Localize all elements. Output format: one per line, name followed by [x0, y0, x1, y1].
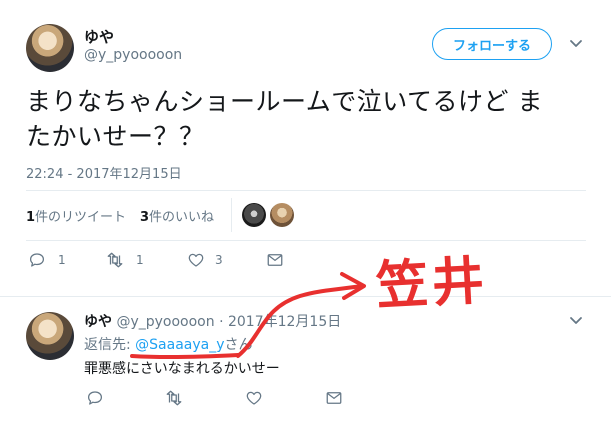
retweet-count: 1	[136, 253, 144, 267]
tweet-timestamp[interactable]: 22:24 - 2017年12月15日	[26, 163, 182, 182]
reply-text: 罪悪感にさいなまれるかいせー	[84, 361, 280, 377]
retweet-action[interactable]: 1	[106, 251, 144, 269]
message-action[interactable]	[266, 251, 284, 269]
reply-date[interactable]: 2017年12月15日	[228, 314, 341, 330]
retweet-icon	[166, 390, 182, 406]
reply-to-line: 返信先: @Saaaaya_yさん	[84, 334, 253, 354]
tweet-text: まりなちゃんショールームで泣いてるけど ま たかいせー？？	[26, 84, 596, 154]
retweets-stat[interactable]: 1件のリツイート	[26, 206, 126, 225]
like-count: 3	[215, 253, 223, 267]
retweets-label: 件のリツイート	[35, 210, 127, 225]
liker-avatar[interactable]	[270, 203, 294, 227]
envelope-icon	[326, 392, 342, 404]
tweet-text-line2: たかいせー？？	[26, 122, 205, 151]
likes-count: 3	[140, 210, 150, 225]
like-action[interactable]: 3	[187, 251, 223, 269]
reply-action[interactable]	[86, 389, 104, 407]
liker-avatar[interactable]	[242, 203, 266, 227]
heart-icon	[188, 253, 204, 267]
stats-separator	[231, 198, 232, 232]
reply-author-handle[interactable]: @y_pyooooon	[116, 314, 214, 330]
author-avatar[interactable]	[26, 24, 74, 72]
reply-action[interactable]: 1	[28, 251, 66, 269]
reply-author-name[interactable]: ゆや	[84, 314, 112, 330]
reply-to-suffix: さん	[224, 337, 253, 353]
author-name[interactable]: ゆや	[84, 26, 114, 47]
divider-top	[26, 190, 586, 191]
reply-count: 1	[58, 253, 66, 267]
tweet-text-line1: まりなちゃんショールームで泣いてるけど ま	[26, 87, 543, 116]
likes-label: 件のいいね	[149, 210, 215, 225]
retweets-count: 1	[26, 210, 36, 225]
retweet-icon	[107, 252, 123, 268]
reply-icon	[87, 391, 103, 405]
message-action[interactable]	[325, 389, 343, 407]
reply-to-prefix: 返信先:	[84, 337, 136, 353]
follow-button[interactable]: フォローする	[432, 28, 552, 60]
reply-icon	[29, 253, 45, 267]
author-handle[interactable]: @y_pyooooon	[84, 47, 182, 63]
annotation-underline	[130, 353, 240, 360]
section-divider	[0, 296, 611, 297]
annotation-text: 笠井	[374, 251, 490, 317]
chevron-down-icon[interactable]	[566, 313, 586, 329]
reply-separator: ·	[219, 314, 224, 330]
chevron-down-icon[interactable]	[566, 36, 586, 52]
divider-middle	[26, 240, 586, 241]
reply-to-handle[interactable]: @Saaaaya_y	[135, 337, 224, 353]
envelope-icon	[267, 254, 283, 266]
reply-header: ゆや @y_pyooooon · 2017年12月15日	[84, 311, 341, 331]
follow-button-label: フォローする	[452, 38, 531, 54]
annotation-arrowhead	[340, 272, 366, 300]
heart-icon	[246, 391, 262, 405]
retweet-action[interactable]	[165, 389, 183, 407]
likes-stat[interactable]: 3件のいいね	[140, 206, 214, 225]
reply-author-avatar[interactable]	[26, 312, 74, 360]
like-action[interactable]	[245, 389, 263, 407]
